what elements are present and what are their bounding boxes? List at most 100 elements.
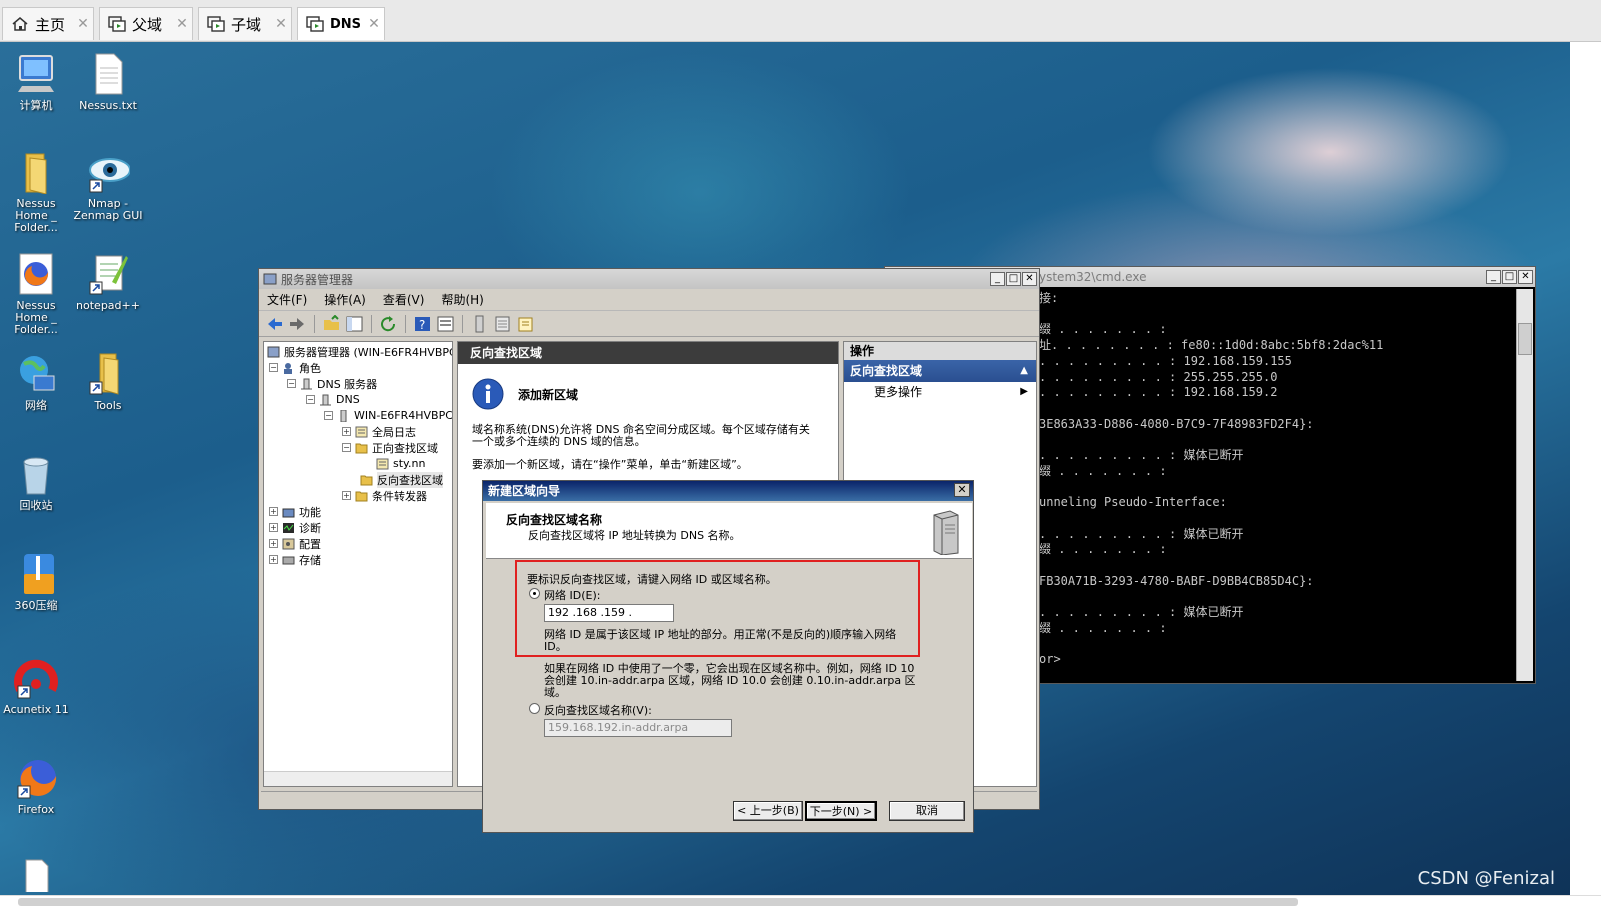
next-button[interactable]: 下一步(N) > [805, 801, 877, 821]
desktop-icon-360zip[interactable]: 360压缩 [0, 552, 72, 612]
expand-icon[interactable]: + [342, 491, 351, 500]
tree-node-dns[interactable]: − DNS [306, 392, 360, 407]
tree-node-diagnostics[interactable]: + 诊断 [269, 520, 321, 535]
close-icon[interactable]: ✕ [73, 16, 93, 32]
collapse-icon[interactable]: − [342, 443, 351, 452]
tree-node-server-manager[interactable]: 服务器管理器 (WIN-E6FR4HVBPC [267, 344, 453, 359]
menu-bar: 文件(F) 操作(A) 查看(V) 帮助(H) [259, 289, 1039, 311]
help-icon[interactable]: ? [413, 315, 432, 333]
properties-icon[interactable] [436, 315, 455, 333]
show-hide-tree-icon[interactable] [345, 315, 364, 333]
cmd-line [1039, 511, 1511, 527]
desktop-icon-zenmap[interactable]: Nmap - Zenmap GUI [72, 150, 144, 222]
desktop-icon-nessus-txt[interactable]: Nessus.txt [72, 52, 144, 112]
more-actions[interactable]: 更多操作 ▶ [844, 382, 1036, 402]
zone-name-input[interactable]: 159.168.192.in-addr.arpa [544, 719, 732, 737]
vertical-scrollbar[interactable] [1570, 42, 1601, 895]
desktop-icon-firefox[interactable]: Firefox [0, 756, 72, 816]
tab-parent-domain[interactable]: 父域 ✕ [99, 7, 193, 40]
diagnostics-icon [282, 522, 295, 534]
list-icon[interactable] [493, 315, 512, 333]
tree-node-configuration[interactable]: + 配置 [269, 536, 321, 551]
desktop-icon-file[interactable] [0, 856, 72, 896]
expand-icon[interactable]: + [269, 555, 278, 564]
tab-dns[interactable]: DNS ✕ [297, 7, 385, 40]
close-button[interactable]: ✕ [1518, 270, 1533, 284]
add-zone-section: 添加新区域 [472, 378, 578, 410]
collapse-icon[interactable]: − [287, 379, 296, 388]
collapse-icon[interactable]: − [306, 395, 315, 404]
close-button[interactable]: ✕ [954, 483, 970, 497]
server-manager-titlebar[interactable]: 服务器管理器 _ □ ✕ [259, 269, 1039, 289]
tree-node-conditional-forwarders[interactable]: + 条件转发器 [342, 488, 427, 503]
desktop-icon-acunetix[interactable]: Acunetix 11 [0, 656, 72, 716]
forward-arrow-icon[interactable] [288, 315, 307, 333]
desktop-icon-network[interactable]: 网络 [0, 352, 72, 412]
toolbar-separator [462, 314, 463, 333]
cmd-title: ystem32\cmd.exe [1039, 270, 1147, 284]
desktop-icon-label: 360压缩 [14, 599, 58, 612]
maximize-button[interactable]: □ [1502, 270, 1517, 284]
back-arrow-icon[interactable] [265, 315, 284, 333]
scrollbar-thumb[interactable] [1518, 323, 1532, 355]
expand-icon[interactable]: + [269, 523, 278, 532]
collapse-icon[interactable]: − [269, 363, 278, 372]
tree-node-reverse-zones[interactable]: 反向查找区域 [360, 471, 443, 488]
tree-node-sty-nn[interactable]: sty.nn [376, 456, 425, 471]
desktop-icon-nessus-firefox[interactable]: Nessus Home _ Folder... [0, 252, 72, 336]
tab-home[interactable]: 主页 ✕ [2, 7, 94, 40]
cancel-button[interactable]: 取消 [889, 801, 965, 821]
tab-label: 子域 [231, 15, 262, 34]
tree-node-forward-zones[interactable]: − 正向查找区域 [342, 440, 438, 455]
desktop-icon-nessus-folder[interactable]: Nessus Home _ Folder... [0, 150, 72, 234]
recycle-bin-icon [14, 452, 58, 496]
cmd-scrollbar[interactable] [1516, 289, 1533, 681]
close-icon[interactable]: ✕ [172, 16, 192, 32]
desktop-icon-label: Nessus Home _ Folder... [14, 299, 58, 336]
close-button[interactable]: ✕ [1022, 272, 1037, 286]
tree-horizontal-scrollbar[interactable] [264, 771, 452, 786]
tree-node-server-name[interactable]: − WIN-E6FR4HVBPCI [324, 408, 452, 423]
close-icon[interactable]: ✕ [271, 16, 291, 32]
expand-icon[interactable]: + [269, 539, 278, 548]
menu-file[interactable]: 文件(F) [267, 291, 307, 308]
minimize-button[interactable]: _ [1486, 270, 1501, 284]
wizard-titlebar[interactable]: 新建区域向导 ✕ [483, 481, 973, 501]
export-icon[interactable] [516, 315, 535, 333]
menu-action[interactable]: 操作(A) [324, 291, 366, 308]
zone-name-radio[interactable] [529, 703, 540, 714]
tree-node-storage[interactable]: + 存储 [269, 552, 321, 567]
tab-label: DNS [330, 16, 362, 32]
horizontal-scrollbar[interactable] [0, 895, 1601, 917]
tree-node-dns-server[interactable]: − DNS 服务器 [287, 376, 377, 391]
server-manager-icon [263, 273, 277, 285]
collapse-icon[interactable]: − [324, 411, 333, 420]
scrollbar-thumb[interactable] [18, 898, 1298, 906]
tree-node-label: 服务器管理器 (WIN-E6FR4HVBPC [284, 345, 453, 359]
desktop-icon-tools[interactable]: Tools [72, 352, 144, 412]
chevron-up-icon[interactable]: ▲ [1020, 360, 1036, 382]
refresh-icon[interactable] [379, 315, 398, 333]
menu-view[interactable]: 查看(V) [383, 291, 425, 308]
dns-icon [319, 394, 332, 406]
server-icon[interactable] [470, 315, 489, 333]
minimize-button[interactable]: _ [990, 272, 1005, 286]
menu-help[interactable]: 帮助(H) [441, 291, 483, 308]
tree-node-global-logs[interactable]: + 全局日志 [342, 424, 416, 439]
expand-icon[interactable]: + [269, 507, 278, 516]
tab-child-domain[interactable]: 子域 ✕ [198, 7, 292, 40]
watermark: CSDN @Fenizal [1417, 868, 1555, 889]
details-description: 域名称系统(DNS)允许将 DNS 命名空间分成区域。每个区域存储有关一个或多个… [472, 423, 810, 448]
expand-icon[interactable]: + [342, 427, 351, 436]
tree-node-features[interactable]: + 功能 [269, 504, 321, 519]
close-icon[interactable]: ✕ [364, 16, 384, 32]
toolbar-separator [371, 314, 372, 333]
desktop-icon-notepad-plus[interactable]: notepad++ [72, 252, 144, 312]
back-button[interactable]: < 上一步(B) [733, 801, 803, 821]
desktop-icon-computer[interactable]: 计算机 [0, 52, 72, 112]
tree-node-roles[interactable]: − 角色 [269, 360, 321, 375]
actions-reverse-zone[interactable]: 反向查找区域 ▲ [844, 360, 1036, 382]
up-folder-icon[interactable] [322, 314, 341, 333]
desktop-icon-recycle-bin[interactable]: 回收站 [0, 452, 72, 512]
maximize-button[interactable]: □ [1006, 272, 1021, 286]
